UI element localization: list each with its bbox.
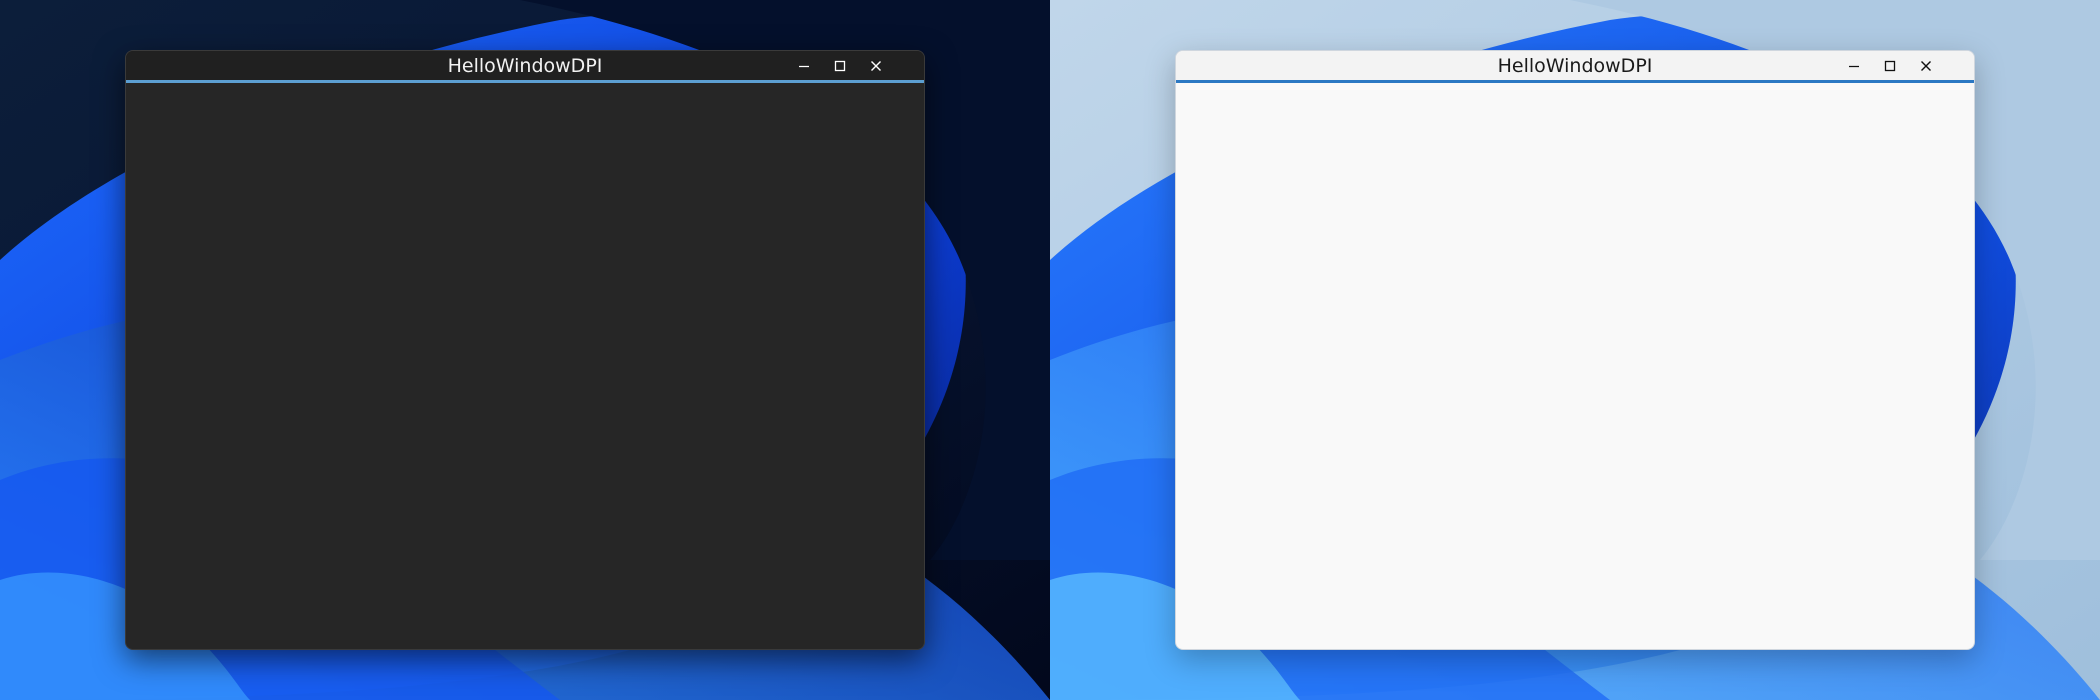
caption-buttons bbox=[1836, 51, 1944, 80]
maximize-icon bbox=[1884, 60, 1896, 71]
caption-buttons bbox=[786, 51, 894, 80]
minimize-button[interactable] bbox=[1836, 51, 1872, 80]
client-area[interactable] bbox=[126, 83, 924, 649]
minimize-icon bbox=[799, 65, 809, 67]
desktop-dark: HelloWindowDPI bbox=[0, 0, 1050, 700]
title-bar[interactable]: HelloWindowDPI bbox=[126, 51, 924, 83]
close-button[interactable] bbox=[1908, 51, 1944, 80]
minimize-icon bbox=[1849, 65, 1859, 67]
close-icon bbox=[1921, 60, 1931, 71]
maximize-button[interactable] bbox=[822, 51, 858, 80]
close-button[interactable] bbox=[858, 51, 894, 80]
app-window-light[interactable]: HelloWindowDPI bbox=[1175, 50, 1975, 650]
maximize-icon bbox=[834, 60, 846, 71]
minimize-button[interactable] bbox=[786, 51, 822, 80]
screenshot: HelloWindowDPI HelloWindowDPI bbox=[0, 0, 2100, 700]
desktop-light: HelloWindowDPI bbox=[1050, 0, 2100, 700]
close-icon bbox=[871, 60, 881, 71]
app-window-dark[interactable]: HelloWindowDPI bbox=[125, 50, 925, 650]
title-bar[interactable]: HelloWindowDPI bbox=[1176, 51, 1974, 83]
maximize-button[interactable] bbox=[1872, 51, 1908, 80]
client-area[interactable] bbox=[1176, 83, 1974, 649]
